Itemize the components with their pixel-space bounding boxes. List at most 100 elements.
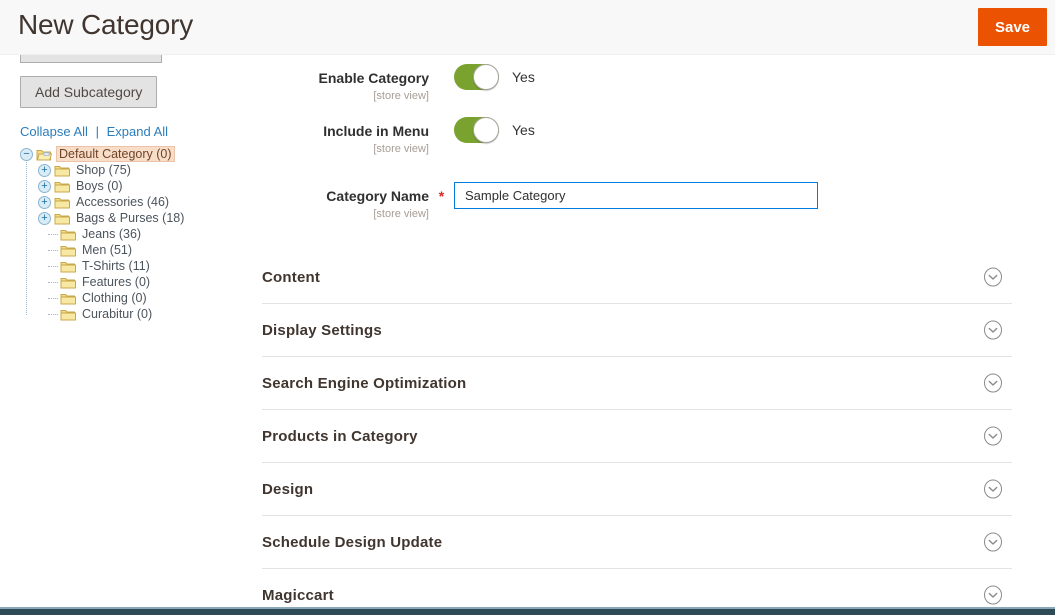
section-display-settings[interactable]: Display Settings (262, 304, 1012, 357)
page-title: New Category (18, 9, 193, 41)
tree-item[interactable]: Jeans (36) (20, 226, 262, 242)
page: New Category Save Add Subcategory Collap… (0, 0, 1055, 615)
add-root-category-button-partial[interactable] (20, 55, 162, 63)
section-design[interactable]: Design (262, 463, 1012, 516)
save-button[interactable]: Save (978, 8, 1047, 46)
folder-icon (60, 244, 76, 257)
field-label-block: Enable Category [store view] (262, 64, 429, 102)
toggle-knob (473, 117, 499, 143)
tree-item[interactable]: + Shop (75) (20, 162, 262, 178)
field-include-in-menu: Include in Menu [store view] Yes (262, 117, 1012, 155)
store-view-scope: [store view] (262, 208, 429, 220)
section-title: Content (262, 269, 320, 286)
expand-all-link[interactable]: Expand All (107, 124, 168, 139)
tree-item-label: T-Shirts (11) (80, 259, 152, 273)
required-spacer (429, 117, 454, 123)
collapse-minus-icon[interactable]: − (20, 148, 33, 161)
folder-icon (54, 180, 70, 193)
open-folder-icon (36, 148, 52, 161)
field-category-name: Category Name [store view] * (262, 182, 1012, 220)
footer-strip-partial (0, 607, 1055, 615)
include-in-menu-label: Include in Menu (323, 123, 429, 139)
field-control: Yes (454, 117, 535, 143)
chevron-down-icon[interactable] (983, 426, 1003, 446)
tree-connector (48, 282, 58, 283)
tree-item-label: Jeans (36) (80, 227, 143, 241)
tree-item-label: Boys (0) (74, 179, 125, 193)
section-title: Search Engine Optimization (262, 375, 466, 392)
folder-icon (54, 212, 70, 225)
section-title: Magiccart (262, 587, 334, 604)
folder-icon (60, 276, 76, 289)
toggle-value-label: Yes (512, 69, 535, 85)
required-asterisk: * (429, 182, 454, 204)
expand-plus-icon[interactable]: + (38, 180, 51, 193)
tree-item-label: Bags & Purses (18) (74, 211, 186, 225)
folder-icon (60, 292, 76, 305)
expand-plus-icon[interactable]: + (38, 212, 51, 225)
section-title: Design (262, 481, 313, 498)
toggle-knob (473, 64, 499, 90)
link-separator: | (96, 124, 99, 139)
required-spacer (429, 64, 454, 70)
tree-item[interactable]: − Default Category (0) (20, 146, 262, 162)
store-view-scope: [store view] (262, 143, 429, 155)
folder-icon (54, 196, 70, 209)
tree-item-label: Shop (75) (74, 163, 133, 177)
category-tree: − Default Category (0) + Shop (75) + Boys (0)… (20, 146, 262, 322)
field-control: Yes (454, 64, 535, 90)
section-content[interactable]: Content (262, 251, 1012, 304)
tree-connector (48, 298, 58, 299)
include-in-menu-toggle[interactable] (454, 117, 499, 143)
add-subcategory-button[interactable]: Add Subcategory (20, 76, 157, 108)
tree-connector (48, 314, 58, 315)
chevron-down-icon[interactable] (983, 479, 1003, 499)
folder-icon (60, 260, 76, 273)
page-header: New Category Save (0, 0, 1055, 55)
chevron-down-icon[interactable] (983, 267, 1003, 287)
category-sidebar: Add Subcategory Collapse All | Expand Al… (0, 55, 262, 615)
field-enable-category: Enable Category [store view] Yes (262, 64, 1012, 102)
category-form: Enable Category [store view] Yes Include… (262, 55, 1012, 615)
toggle-value-label: Yes (512, 122, 535, 138)
section-search-engine-optimization[interactable]: Search Engine Optimization (262, 357, 1012, 410)
section-title: Display Settings (262, 322, 382, 339)
expand-plus-icon[interactable]: + (38, 196, 51, 209)
tree-item-label: Default Category (0) (56, 146, 175, 162)
accordion-sections: Content Display Settings Search Engine Opt… (262, 251, 1012, 615)
chevron-down-icon[interactable] (983, 585, 1003, 605)
category-name-label: Category Name (326, 188, 429, 204)
tree-item-label: Features (0) (80, 275, 152, 289)
field-control (454, 182, 818, 209)
tree-item-label: Men (51) (80, 243, 134, 257)
category-name-input[interactable] (454, 182, 818, 209)
tree-item[interactable]: Clothing (0) (20, 290, 262, 306)
tree-links: Collapse All | Expand All (20, 124, 262, 139)
folder-icon (60, 308, 76, 321)
tree-connector (48, 266, 58, 267)
content-area: Add Subcategory Collapse All | Expand Al… (0, 55, 1055, 615)
tree-item[interactable]: T-Shirts (11) (20, 258, 262, 274)
field-label-block: Include in Menu [store view] (262, 117, 429, 155)
enable-category-toggle[interactable] (454, 64, 499, 90)
tree-item[interactable]: + Boys (0) (20, 178, 262, 194)
tree-item[interactable]: + Bags & Purses (18) (20, 210, 262, 226)
chevron-down-icon[interactable] (983, 532, 1003, 552)
tree-connector (48, 250, 58, 251)
section-title: Schedule Design Update (262, 534, 442, 551)
tree-connector (48, 234, 58, 235)
tree-item[interactable]: + Accessories (46) (20, 194, 262, 210)
store-view-scope: [store view] (262, 90, 429, 102)
chevron-down-icon[interactable] (983, 320, 1003, 340)
expand-plus-icon[interactable]: + (38, 164, 51, 177)
section-title: Products in Category (262, 428, 418, 445)
section-products-in-category[interactable]: Products in Category (262, 410, 1012, 463)
tree-item[interactable]: Curabitur (0) (20, 306, 262, 322)
tree-item[interactable]: Men (51) (20, 242, 262, 258)
chevron-down-icon[interactable] (983, 373, 1003, 393)
tree-item-label: Accessories (46) (74, 195, 171, 209)
section-schedule-design-update[interactable]: Schedule Design Update (262, 516, 1012, 569)
folder-icon (54, 164, 70, 177)
collapse-all-link[interactable]: Collapse All (20, 124, 88, 139)
tree-item[interactable]: Features (0) (20, 274, 262, 290)
